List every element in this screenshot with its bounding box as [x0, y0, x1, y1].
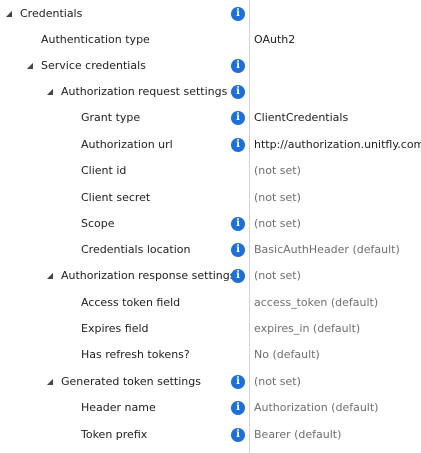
property-name: Authorization response settings: [61, 269, 236, 282]
property-name: Credentials: [20, 7, 83, 20]
property-row-credentials-location[interactable]: Credentials location i BasicAuthHeader (…: [0, 237, 421, 263]
property-value[interactable]: (not set): [254, 211, 301, 237]
property-row-header-name[interactable]: Header name i Authorization (default): [0, 395, 421, 421]
property-value[interactable]: Authorization (default): [254, 395, 378, 421]
property-row-grant-type[interactable]: Grant type i ClientCredentials: [0, 105, 421, 131]
collapse-triangle-icon[interactable]: ◢: [45, 79, 55, 105]
property-value[interactable]: No (default): [254, 342, 320, 368]
property-row-authentication-type[interactable]: Authentication type OAuth2: [0, 27, 421, 53]
property-name: Authentication type: [41, 33, 150, 46]
info-icon[interactable]: i: [231, 401, 245, 415]
property-name: Authorization url: [81, 138, 173, 151]
property-row-scope[interactable]: Scope i (not set): [0, 211, 421, 237]
property-name: Credentials location: [81, 243, 191, 256]
property-row-token-prefix[interactable]: Token prefix i Bearer (default): [0, 422, 421, 448]
info-icon[interactable]: i: [231, 85, 245, 99]
property-value[interactable]: BasicAuthHeader (default): [254, 237, 400, 263]
property-name: Header name: [81, 401, 156, 414]
property-row-expires-field[interactable]: Expires field expires_in (default): [0, 316, 421, 342]
info-icon[interactable]: i: [231, 243, 245, 257]
info-icon[interactable]: i: [231, 138, 245, 152]
collapse-triangle-icon[interactable]: ◢: [25, 53, 35, 79]
property-value: (not set): [254, 375, 301, 388]
property-name: Authorization request settings: [61, 85, 228, 98]
info-icon[interactable]: i: [231, 111, 245, 125]
property-row-client-id[interactable]: Client id (not set): [0, 158, 421, 184]
property-value[interactable]: (not set): [254, 158, 301, 184]
property-row-authorization-url[interactable]: Authorization url i http://authorization…: [0, 132, 421, 158]
property-row-generated-token-settings[interactable]: ◢ Generated token settings i (not set): [0, 369, 421, 395]
property-name: Grant type: [81, 111, 141, 124]
info-icon[interactable]: i: [231, 59, 245, 73]
property-value[interactable]: expires_in (default): [254, 316, 360, 342]
property-value[interactable]: access_token (default): [254, 290, 378, 316]
collapse-triangle-icon[interactable]: ◢: [4, 1, 14, 27]
info-icon[interactable]: i: [231, 269, 245, 283]
property-row-has-refresh-tokens[interactable]: Has refresh tokens? No (default): [0, 342, 421, 368]
property-name: Client id: [81, 164, 127, 177]
property-row-authorization-request-settings[interactable]: ◢ Authorization request settings i: [0, 79, 421, 105]
property-value[interactable]: ClientCredentials: [254, 105, 348, 131]
property-value[interactable]: http://authorization.unitfly.com: [254, 132, 421, 158]
property-row-credentials[interactable]: ◢ Credentials i: [0, 1, 421, 27]
property-name: Token prefix: [81, 428, 148, 441]
property-value[interactable]: Bearer (default): [254, 422, 341, 448]
info-icon[interactable]: i: [231, 217, 245, 231]
info-icon[interactable]: i: [231, 375, 245, 389]
property-name: Scope: [81, 217, 115, 230]
info-icon[interactable]: i: [231, 428, 245, 442]
property-name: Has refresh tokens?: [81, 348, 190, 361]
property-name: Expires field: [81, 322, 149, 335]
collapse-triangle-icon[interactable]: ◢: [45, 263, 55, 289]
property-grid: ◢ Credentials i Authentication type OAut…: [0, 0, 421, 453]
property-value[interactable]: (not set): [254, 185, 301, 211]
property-row-access-token-field[interactable]: Access token field access_token (default…: [0, 290, 421, 316]
property-row-authorization-response-settings[interactable]: ◢ Authorization response settings i (not…: [0, 263, 421, 289]
property-row-client-secret[interactable]: Client secret (not set): [0, 185, 421, 211]
property-row-service-credentials[interactable]: ◢ Service credentials i: [0, 53, 421, 79]
collapse-triangle-icon[interactable]: ◢: [45, 369, 55, 395]
property-value[interactable]: OAuth2: [254, 27, 295, 53]
property-name: Generated token settings: [61, 375, 201, 388]
property-name: Service credentials: [41, 59, 146, 72]
property-name: Client secret: [81, 191, 151, 204]
info-icon[interactable]: i: [231, 7, 245, 21]
property-name: Access token field: [81, 296, 181, 309]
property-value: (not set): [254, 269, 301, 282]
